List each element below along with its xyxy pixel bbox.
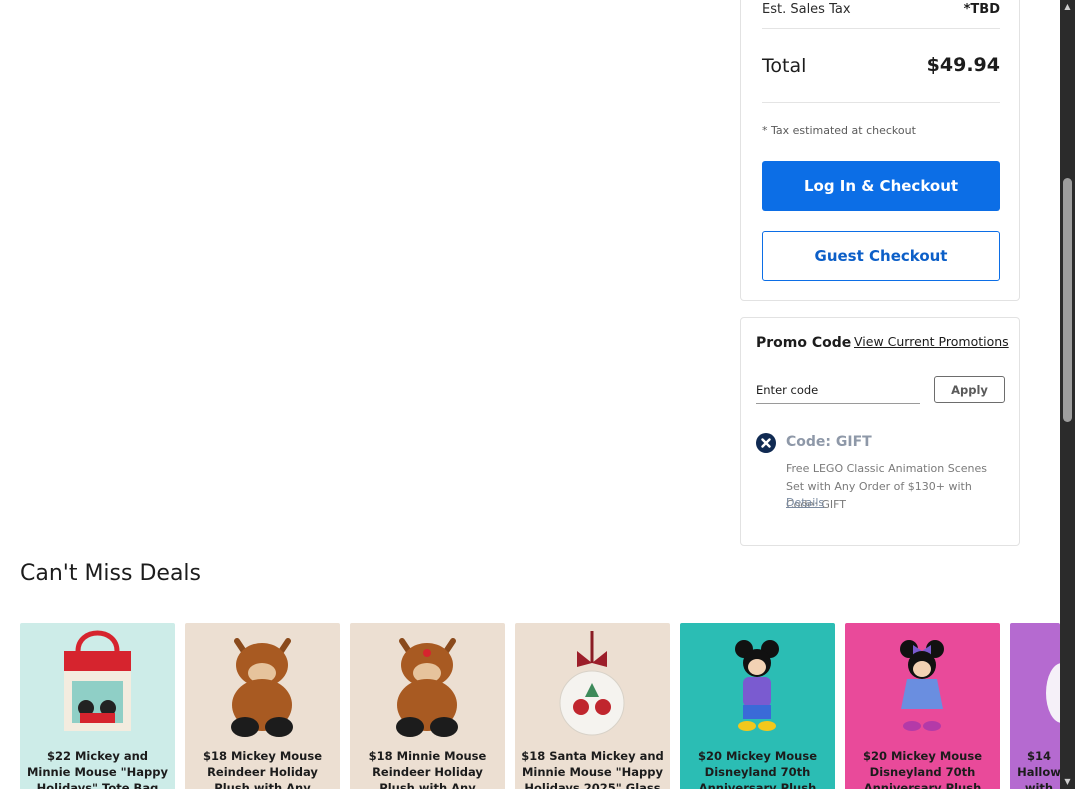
deal-card[interactable]: $18 Santa Mickey and Minnie Mouse "Happy… (515, 623, 670, 789)
login-checkout-button[interactable]: Log In & Checkout (762, 161, 1000, 211)
total-value: $49.94 (926, 54, 1000, 76)
page-scrollbar[interactable]: ▲ ▼ (1060, 0, 1075, 789)
deal-card[interactable]: $18 Minnie Mouse Reindeer Holiday Plush … (350, 623, 505, 789)
tote-bag-image (20, 623, 175, 743)
deal-card[interactable]: $20 Mickey Mouse Disneyland 70th Anniver… (845, 623, 1000, 789)
sales-tax-row: Est. Sales Tax *TBD (762, 1, 1000, 29)
deal-title: $18 Minnie Mouse Reindeer Holiday Plush … (368, 749, 487, 789)
total-label: Total (762, 55, 807, 77)
promo-code-field (756, 377, 920, 404)
deal-title: $20 Mickey Mouse Disneyland 70th Anniver… (697, 749, 818, 789)
deals-section-title: Can't Miss Deals (20, 561, 201, 586)
promo-code-card: Promo Code View Current Promotions Apply… (740, 317, 1020, 546)
tax-note: * Tax estimated at checkout (762, 124, 916, 137)
apply-promo-button[interactable]: Apply (934, 376, 1005, 403)
sales-tax-value: *TBD (963, 2, 1000, 17)
deal-title: $20 Mickey Mouse Disneyland 70th Anniver… (862, 749, 983, 789)
applied-code-title: Code: GIFT (786, 434, 872, 450)
deal-card[interactable]: $20 Mickey Mouse Disneyland 70th Anniver… (680, 623, 835, 789)
deal-title: $18 Santa Mickey and Minnie Mouse "Happy… (521, 749, 664, 789)
reindeer-plush-image (185, 623, 340, 743)
total-row: Total $49.94 (762, 29, 1000, 103)
reindeer-plush-image (350, 623, 505, 743)
deal-card[interactable]: $18 Mickey Mouse Reindeer Holiday Plush … (185, 623, 340, 789)
view-current-promotions-link[interactable]: View Current Promotions (854, 334, 1009, 349)
deal-card[interactable]: $14 Hallow with (1010, 623, 1060, 789)
promo-code-title: Promo Code (756, 335, 852, 351)
scrollbar-thumb[interactable] (1063, 178, 1072, 422)
deal-title: $18 Mickey Mouse Reindeer Holiday Plush … (202, 749, 323, 789)
guest-checkout-button[interactable]: Guest Checkout (762, 231, 1000, 281)
deal-title: $14 Hallow with (1017, 749, 1060, 789)
mickey-plush-image (680, 623, 835, 743)
scroll-down-icon[interactable]: ▼ (1060, 775, 1075, 789)
sales-tax-label: Est. Sales Tax (762, 2, 851, 17)
deal-title: $22 Mickey and Minnie Mouse "Happy Holid… (26, 749, 169, 789)
close-circle-icon[interactable] (756, 433, 776, 453)
order-summary-card: Est. Sales Tax *TBD Total $49.94 * Tax e… (740, 0, 1020, 301)
plush-image (1010, 623, 1060, 743)
promo-code-input[interactable] (756, 377, 920, 403)
minnie-plush-image (845, 623, 1000, 743)
applied-code-details-link[interactable]: Details (786, 496, 824, 509)
scroll-up-icon[interactable]: ▲ (1060, 0, 1075, 14)
deal-card[interactable]: $22 Mickey and Minnie Mouse "Happy Holid… (20, 623, 175, 789)
glass-ornament-image (515, 623, 670, 743)
